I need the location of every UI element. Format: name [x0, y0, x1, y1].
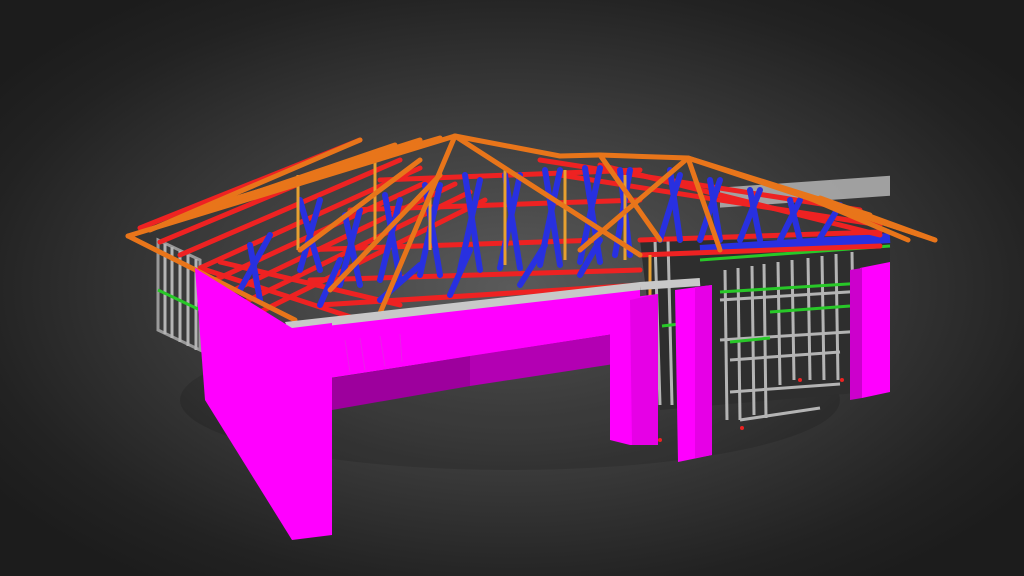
corner-pier	[860, 262, 890, 398]
3d-model-viewer[interactable]	[0, 0, 1024, 576]
model-canvas[interactable]	[0, 0, 1024, 576]
